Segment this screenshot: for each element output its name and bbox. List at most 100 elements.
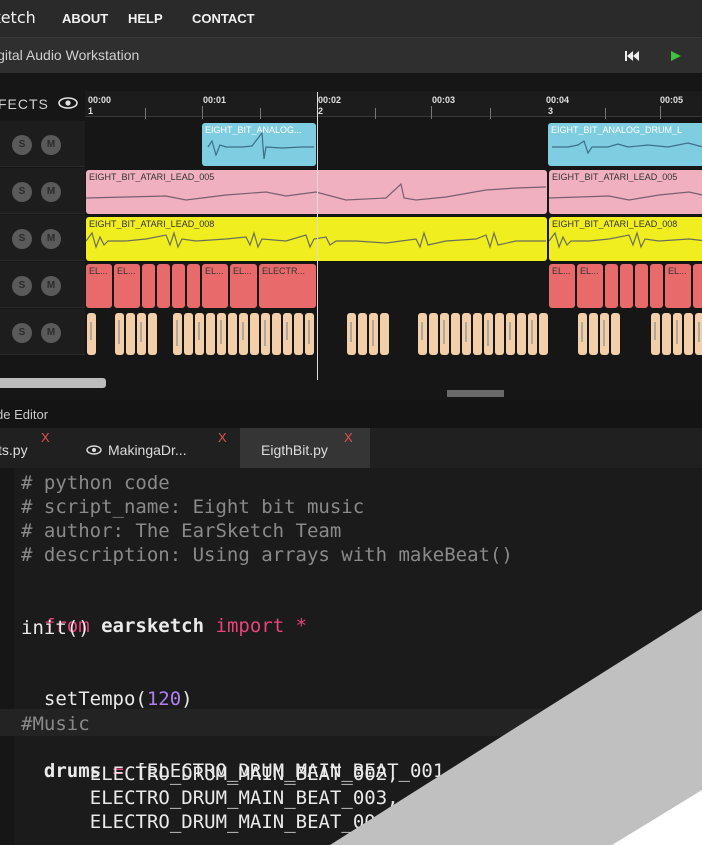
audio-clip[interactable]: ELECTR... <box>259 264 316 308</box>
nav-contact-link[interactable]: CONTACT <box>192 11 255 26</box>
audio-clip[interactable]: EL... <box>549 264 575 308</box>
ruler-tick <box>202 106 203 119</box>
waveform <box>552 140 702 155</box>
active-line-highlight <box>0 709 702 736</box>
rewind-button[interactable] <box>621 45 643 67</box>
audio-clip[interactable] <box>620 264 633 308</box>
code-comment: # an list of drum <box>455 760 662 782</box>
code-line[interactable]: # script_name: Eight bit music <box>21 496 364 518</box>
code-line[interactable]: #Music <box>21 713 90 735</box>
clip-label: EL... <box>205 266 224 276</box>
audio-clip[interactable] <box>650 264 663 308</box>
effects-eye-toggle[interactable] <box>58 96 78 115</box>
mute-button[interactable]: M <box>41 229 61 249</box>
waveform <box>207 131 314 160</box>
workstation-title: igital Audio Workstation <box>0 47 140 63</box>
code-line[interactable]: # author: The EarSketch Team <box>21 520 341 542</box>
audio-clip[interactable]: EIGHT_BIT_ATARI_LEAD_005 <box>549 170 702 214</box>
ruler-tick <box>431 106 432 119</box>
timeline-ruler[interactable] <box>85 91 702 117</box>
tab-close-button[interactable]: X <box>344 430 353 445</box>
solo-button[interactable]: S <box>12 229 32 249</box>
eye-icon <box>86 445 102 455</box>
code-line[interactable]: init() <box>21 617 90 639</box>
eye-icon <box>58 97 78 109</box>
waveform <box>549 230 702 249</box>
ruler-tick <box>490 108 491 119</box>
ruler-tick <box>605 108 606 119</box>
drum-clip-lane[interactable] <box>85 310 702 356</box>
code-editor-title: de Editor <box>0 407 49 422</box>
time-label: 00:01 <box>203 95 227 105</box>
audio-clip[interactable]: EL... <box>665 264 691 308</box>
mute-button[interactable]: M <box>41 276 61 296</box>
tab-close-button[interactable]: X <box>41 430 50 445</box>
code-text: ) <box>181 688 193 710</box>
solo-button[interactable]: S <box>12 323 32 343</box>
code-line[interactable]: # python code <box>21 472 170 494</box>
code-line[interactable]: setTempo(120) <box>21 666 193 710</box>
time-label: 00:04 <box>546 95 570 105</box>
nav-about-link[interactable]: ABOUT <box>62 11 108 26</box>
code-line[interactable]: ELECTRO_DRUM_MAIN_BEAT_002, <box>44 763 399 785</box>
nav-help-link[interactable]: HELP <box>128 11 163 26</box>
panel-resize-handle[interactable] <box>447 390 504 397</box>
tab-label: ts.py <box>0 442 28 458</box>
code-number: 120 <box>146 688 182 710</box>
tab-close-button[interactable]: X <box>218 430 227 445</box>
track-header: S M <box>0 168 85 214</box>
code-module: earsketch <box>89 615 216 637</box>
mute-button[interactable]: M <box>41 323 61 343</box>
playhead-line[interactable] <box>317 92 318 380</box>
audio-clip[interactable] <box>635 264 648 308</box>
measure-label: 3 <box>548 106 554 116</box>
audio-clip[interactable]: EIGHT_BIT_ANALOG... <box>202 123 316 166</box>
clip-label: EL... <box>668 266 687 276</box>
mute-button[interactable]: M <box>41 182 61 202</box>
track-header: S M <box>0 309 85 355</box>
clip-label: EL... <box>580 266 599 276</box>
solo-button[interactable]: S <box>12 276 32 296</box>
effects-label: FECTS <box>0 96 49 112</box>
tab-ts-py[interactable]: ts.py X <box>0 428 72 468</box>
audio-clip[interactable]: EL... <box>86 264 112 308</box>
workstation-header: igital Audio Workstation <box>0 37 702 73</box>
audio-clip[interactable] <box>693 264 702 308</box>
code-line[interactable]: ELECTRO_DRUM_MAIN_BEAT_003, <box>44 787 399 809</box>
line-gutter <box>0 468 14 845</box>
play-icon <box>671 51 681 61</box>
brand-title[interactable]: ketch <box>0 8 36 27</box>
time-label: 00:03 <box>432 95 456 105</box>
timeline-scrollbar[interactable] <box>0 378 106 388</box>
audio-clip[interactable]: EIGHT_BIT_ATARI_LEAD_008 <box>549 217 702 261</box>
code-line[interactable]: # description: Using arrays with makeBea… <box>21 544 513 566</box>
audio-clip[interactable] <box>605 264 618 308</box>
tab-label: MakingaDr... <box>108 442 187 458</box>
audio-clip[interactable] <box>172 264 185 308</box>
ruler-tick <box>145 108 146 119</box>
code-keyword: import * <box>215 615 308 637</box>
tab-label: EigthBit.py <box>261 442 328 458</box>
solo-button[interactable]: S <box>12 135 32 155</box>
skip-back-icon <box>625 51 639 61</box>
solo-button[interactable]: S <box>12 182 32 202</box>
audio-clip[interactable]: EL... <box>577 264 603 308</box>
waveform <box>549 191 702 201</box>
play-button[interactable] <box>666 45 688 67</box>
track-header: S M <box>0 262 85 308</box>
tab-eigthbit-py[interactable]: EigthBit.py X <box>240 428 370 468</box>
code-text: setTempo( <box>43 688 147 710</box>
mute-button[interactable]: M <box>41 135 61 155</box>
audio-clip[interactable]: EL... <box>114 264 140 308</box>
ruler-tick <box>660 106 661 119</box>
tab-makingadr[interactable]: MakingaDr... X <box>72 428 240 468</box>
audio-clip[interactable] <box>157 264 170 308</box>
audio-clip[interactable]: EL... <box>202 264 228 308</box>
clip-label: EL... <box>233 266 252 276</box>
audio-clip[interactable] <box>142 264 155 308</box>
code-line[interactable]: ELECTRO_DRUM_MAIN_BEAT_004] <box>44 811 399 833</box>
clip-label: EL... <box>89 266 108 276</box>
audio-clip[interactable]: EIGHT_BIT_ANALOG_DRUM_L <box>548 123 702 166</box>
audio-clip[interactable]: EL... <box>230 264 257 308</box>
audio-clip[interactable] <box>187 264 200 308</box>
